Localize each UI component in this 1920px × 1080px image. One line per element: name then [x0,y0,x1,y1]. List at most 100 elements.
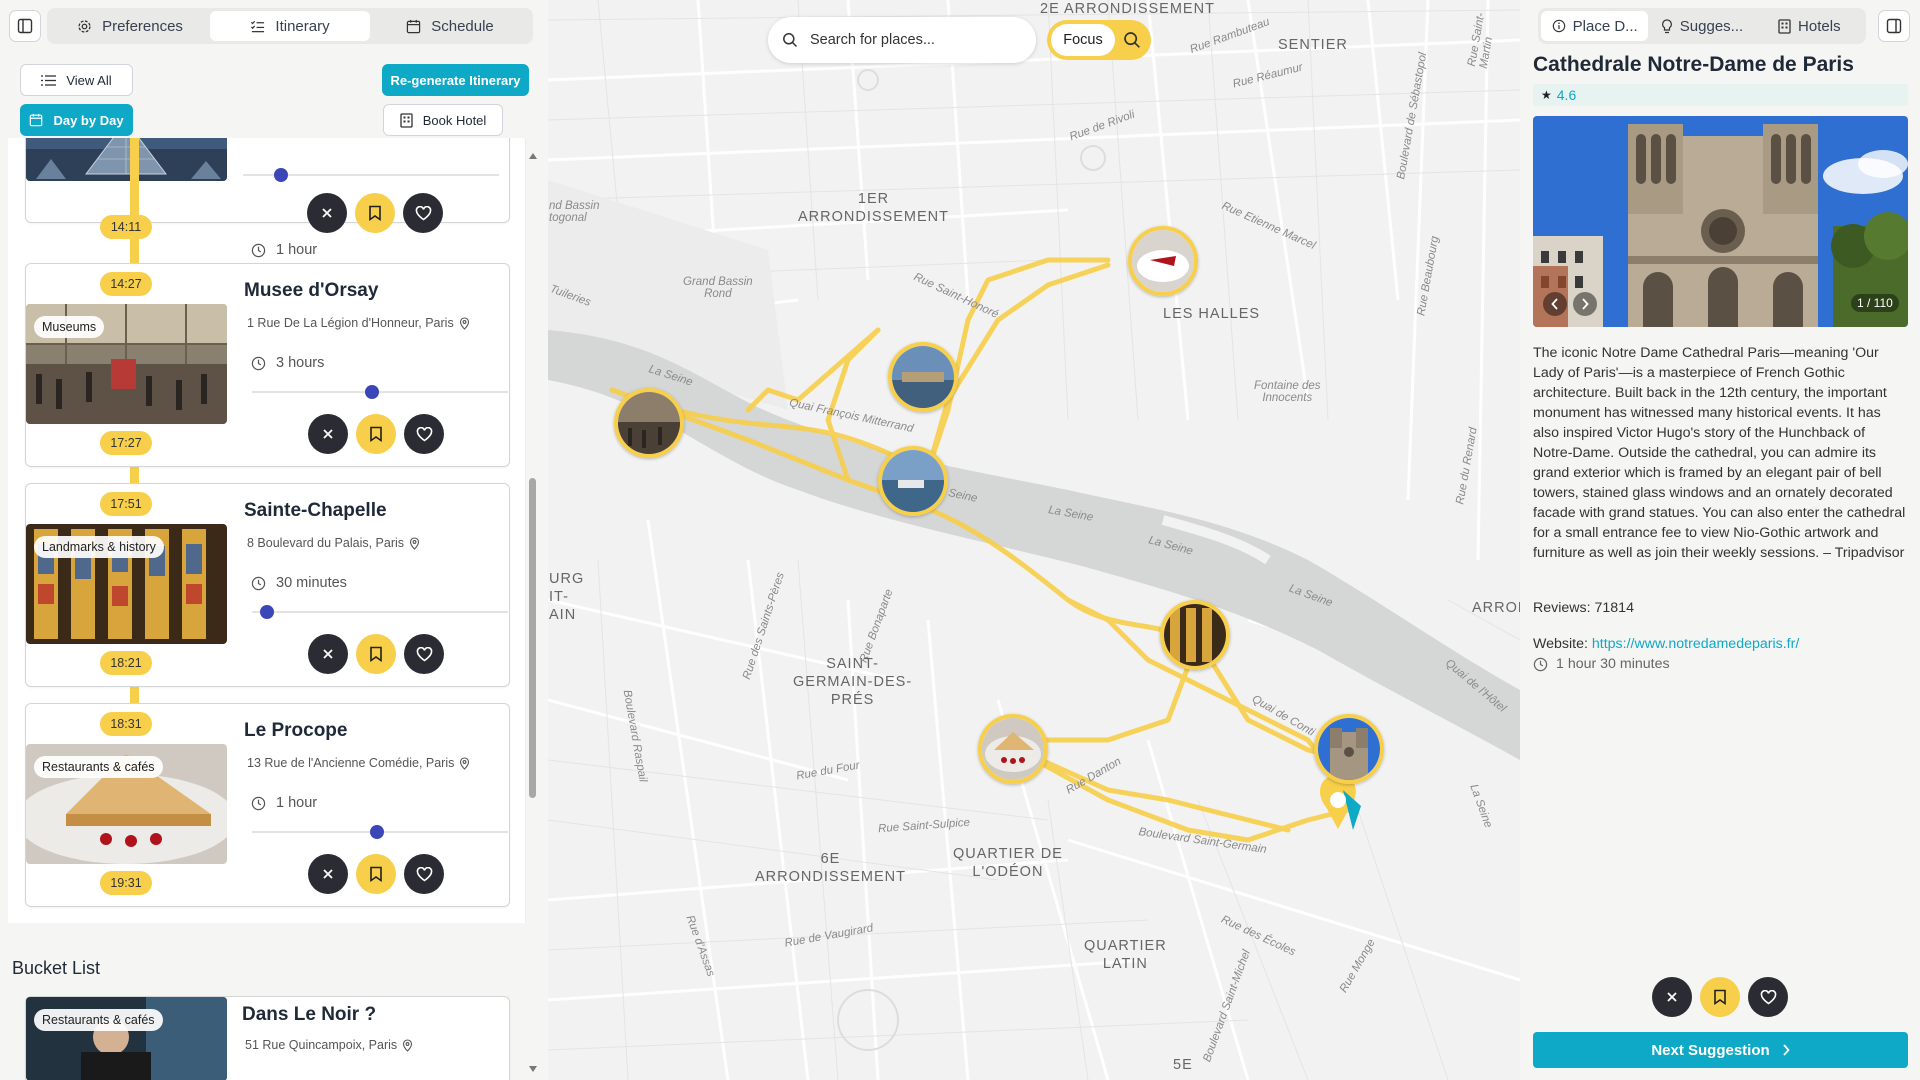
next-label: Next Suggestion [1651,1041,1770,1059]
map-label: SAINT- GERMAIN-DES- PRÉS [793,656,913,708]
view-all-button[interactable]: View All [20,64,133,96]
itinerary-card[interactable]: Museums Musee d'Orsay 1 Rue De La Légion… [25,263,510,467]
book-hotel-label: Book Hotel [422,112,487,128]
info-icon [1552,19,1565,33]
chevron-right-icon [1582,298,1589,310]
slider-knob[interactable] [260,605,275,619]
day-by-day-button[interactable]: Day by Day [20,104,133,136]
carousel-prev-button[interactable] [1543,292,1567,316]
duration: 30 minutes [251,575,347,591]
remove-button[interactable] [308,414,348,454]
place-title[interactable]: Sainte-Chapelle [244,500,387,522]
clock-icon [251,796,266,810]
toggle-left-sidebar-button[interactable] [9,10,41,42]
close-icon [323,429,333,439]
website-link[interactable]: https://www.notredamedeparis.fr/ [1592,636,1799,652]
reviews-count: 71814 [1594,600,1634,616]
regenerate-label: Re-generate Itinerary [390,72,521,88]
favorite-button[interactable] [1748,977,1788,1017]
carousel-next-button[interactable] [1573,292,1597,316]
tab-label: Hotels [1798,17,1841,35]
bookmark-button[interactable] [1700,977,1740,1017]
bookmark-button[interactable] [356,854,396,894]
map-pin-icon [460,756,470,770]
calendar-icon [30,113,43,127]
lightbulb-icon [1661,18,1672,33]
tab-schedule[interactable]: Schedule [370,11,530,41]
close-icon [322,208,332,218]
card-actions [308,854,444,894]
map-pin-notre-dame[interactable] [1314,714,1384,784]
place-details-panel: Place D... Sugges... Hotels Cathedrale N… [1522,0,1920,1080]
itinerary-card[interactable]: Restaurants & cafés Le Procope 13 Rue de… [25,703,510,907]
building-icon [1778,18,1791,34]
slider-knob[interactable] [365,385,380,399]
reviews-label: Reviews: [1533,600,1591,616]
clock-icon [251,356,266,370]
bookmark-icon [370,426,382,442]
time-badge: 17:51 [100,492,152,516]
tab-place-details[interactable]: Place D... [1541,11,1649,41]
itinerary-card[interactable]: Landmarks & history Sainte-Chapelle 8 Bo… [25,483,510,687]
remove-button[interactable] [308,634,348,674]
favorite-button[interactable] [403,193,443,233]
place-photo-carousel[interactable]: 1 / 110 [1533,116,1908,327]
place-thumbnail: Museums [26,304,227,424]
bucket-card[interactable]: Restaurants & cafés Dans Le Noir ? 51 Ru… [25,996,510,1080]
tab-label: Preferences [102,17,183,35]
favorite-button[interactable] [404,634,444,674]
duration-slider[interactable] [243,168,499,182]
photo-counter: 1 / 110 [1851,294,1899,312]
map-pin-river-boat[interactable] [878,446,948,516]
map-pin-seine-view[interactable] [888,342,958,412]
tab-hotels[interactable]: Hotels [1756,11,1863,41]
place-thumbnail: Restaurants & cafés [26,744,227,864]
dismiss-button[interactable] [1652,977,1692,1017]
slider-knob[interactable] [370,825,385,839]
category-chip: Restaurants & cafés [34,756,163,778]
next-suggestion-button[interactable]: Next Suggestion [1533,1032,1908,1068]
time-badge: 14:27 [100,272,152,296]
tab-itinerary[interactable]: Itinerary [210,11,370,41]
place-search[interactable]: Search for places... [768,17,1036,63]
itinerary-list[interactable]: 1 hour 14:11 Museums Musee d'Orsay 1 Rue… [8,138,526,923]
map-pin-icon [409,536,420,550]
remove-button[interactable] [308,854,348,894]
place-title[interactable]: Dans Le Noir ? [242,1004,376,1026]
duration-slider[interactable] [252,385,508,399]
bookmark-button[interactable] [356,634,396,674]
address-text: 1 Rue De La Légion d'Honneur, Paris [247,316,454,330]
tab-preferences[interactable]: Preferences [50,11,210,41]
clock-icon [1533,657,1548,671]
duration-slider[interactable] [252,605,508,619]
place-title[interactable]: Musee d'Orsay [244,280,378,302]
favorite-button[interactable] [404,854,444,894]
duration: 3 hours [251,355,324,371]
address-text: 8 Boulevard du Palais, Paris [247,536,405,550]
map-pin-dessert[interactable] [1128,226,1198,296]
toggle-right-sidebar-button[interactable] [1878,10,1910,42]
map-label: 5E [1173,1057,1193,1073]
search-input[interactable]: Search for places... [810,32,935,48]
map-pin-icon [459,316,469,330]
tab-suggestions[interactable]: Sugges... [1648,11,1755,41]
duration-slider[interactable] [252,825,508,839]
bookmark-button[interactable] [356,414,396,454]
favorite-button[interactable] [404,414,444,454]
place-thumbnail: Restaurants & cafés [26,997,227,1080]
map-pin-sainte-chapelle[interactable] [1160,600,1230,670]
map-pin-louvre-area[interactable] [614,388,684,458]
clock-icon [251,243,266,257]
scrollbar-thumb[interactable] [529,478,536,798]
sidebar-icon [17,18,33,34]
map-view[interactable]: 2E ARRONDISSEMENT SENTIER 1ER ARRONDISSE… [548,0,1520,1080]
bookmark-button[interactable] [355,193,395,233]
calendar-icon [407,19,421,33]
regenerate-itinerary-button[interactable]: Re-generate Itinerary [382,64,529,96]
book-hotel-button[interactable]: Book Hotel [383,104,503,136]
duration-text: 1 hour [276,242,318,258]
remove-button[interactable] [307,193,347,233]
map-pin-le-procope[interactable] [978,714,1048,784]
focus-toggle[interactable]: Focus [1047,20,1151,60]
place-title[interactable]: Le Procope [244,720,347,742]
